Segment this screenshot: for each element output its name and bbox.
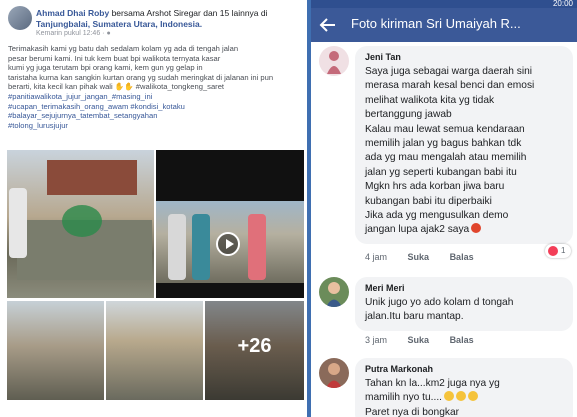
- app-bar: Foto kiriman Sri Umaiyah R...: [311, 8, 577, 42]
- laughing-emoji-icon: [456, 391, 466, 402]
- like-button[interactable]: Suka: [408, 252, 430, 262]
- comment-line-text: jangan lupa ajak2 saya: [365, 224, 470, 236]
- photo-1[interactable]: [7, 150, 154, 298]
- comment-line: ada yg mau mengalah atau memilih: [365, 152, 527, 164]
- reaction-number: 1: [561, 246, 566, 255]
- post-time[interactable]: Kemarin pukul 12:46 ·: [36, 30, 106, 37]
- back-arrow-icon[interactable]: [317, 14, 339, 36]
- comment-line-text: mamilih nyo tu....: [365, 392, 442, 404]
- roof-shape: [47, 160, 137, 195]
- commenter-avatar[interactable]: [319, 277, 349, 307]
- globe-icon: ●: [106, 30, 111, 37]
- photo-grid: +26: [7, 150, 304, 400]
- commenter-name[interactable]: Meri Meri: [365, 283, 565, 293]
- person-icon: [327, 51, 341, 74]
- comment-line: kubangan babi itu diperbaiki: [365, 195, 492, 207]
- comment-time: 3 jam: [365, 335, 388, 345]
- screenshot-root: Ahmad Dhai Roby bersama Arshot Siregar d…: [0, 0, 577, 417]
- comment-line: jalan yg seperti kubangan babi itu: [365, 166, 517, 178]
- comment-line: merasa marah kesal benci dan emosi: [365, 80, 535, 92]
- facebook-post: Ahmad Dhai Roby bersama Arshot Siregar d…: [0, 0, 307, 417]
- comment-line: bertanggung jawab: [365, 109, 452, 121]
- author-line: Ahmad Dhai Roby bersama Arshot Siregar d…: [36, 8, 304, 30]
- angry-emoji-icon: [471, 223, 482, 234]
- screen-title: Foto kiriman Sri Umaiyah R...: [351, 16, 521, 31]
- commenter-avatar[interactable]: [319, 358, 349, 388]
- hashtag-line[interactable]: #tolong_lurusjujur: [8, 121, 304, 131]
- post-header: Ahmad Dhai Roby bersama Arshot Siregar d…: [8, 6, 304, 42]
- comment-line: mamilih nyo tu....: [365, 391, 565, 405]
- comment-line: Jika ada yg mengusulkan demo: [365, 210, 509, 222]
- laughing-emoji-icon: [468, 391, 478, 402]
- hashtag-line[interactable]: #ucapan_terimakasih_orang_awam #kondisi_…: [8, 102, 304, 112]
- photo-5-more[interactable]: +26: [205, 301, 304, 400]
- person-shape: [192, 214, 210, 280]
- status-bar: 20:00: [311, 0, 577, 8]
- comment-line: Tahan kn la...km2 juga nya yg: [365, 378, 500, 389]
- reply-button[interactable]: Balas: [450, 335, 474, 345]
- post-text-line: berarti, kita kecil kan pihak wali ✋✋ #w…: [8, 82, 225, 92]
- photo-3[interactable]: [7, 301, 104, 400]
- post-text-line[interactable]: #panitiawalikota_jujur_jangan_#masing_in…: [8, 92, 304, 102]
- person-shape: [168, 214, 186, 280]
- more-photos-count: +26: [237, 335, 272, 357]
- person-icon: [326, 282, 342, 307]
- heart-icon: [548, 246, 558, 256]
- comment-line: Paret nya di bongkar: [365, 406, 460, 417]
- status-time: 20:00: [552, 0, 573, 8]
- hashtag-line[interactable]: #balayar_sejujurnya_tatembat_setangyahan: [8, 111, 304, 121]
- comment-bubble[interactable]: Jeni Tan Saya juga sebagai warga daerah …: [355, 46, 573, 244]
- comment-time: 4 jam: [365, 252, 388, 262]
- post-body: Terimakasih kami yg batu dah sedalam kol…: [8, 44, 304, 130]
- author-name[interactable]: Ahmad Dhai Roby: [36, 8, 109, 18]
- comment-actions: 3 jam Suka Balas: [365, 335, 492, 345]
- comment-text: Tahan kn la...km2 juga nya yg mamilih ny…: [365, 377, 565, 417]
- comments-screen: 20:00 Foto kiriman Sri Umaiyah R... Jeni…: [311, 0, 577, 417]
- comment-line: melihat walikota kita yg tidak: [365, 94, 495, 106]
- comment-bubble[interactable]: Putra Markonah Tahan kn la...km2 juga ny…: [355, 358, 573, 417]
- photo-4[interactable]: [106, 301, 203, 400]
- comment-line: Saya juga sebagai warga daerah sini: [365, 66, 533, 77]
- comment-actions: 4 jam Suka Balas: [365, 252, 492, 262]
- comment-line: memilih jalan yg bagus bahkan tdk: [365, 138, 522, 150]
- post-text-line: kumi yg juga terutam bpi orang kami, kem…: [8, 63, 203, 73]
- comment-line: jangan lupa ajak2 saya: [365, 223, 565, 237]
- reaction-count[interactable]: 1: [545, 244, 571, 258]
- comment-bubble[interactable]: Meri Meri Unik jugo yo ado kolam d tonga…: [355, 277, 573, 331]
- post-text-line: pesar berumi kami. Ini tuk kem buat bpi …: [8, 53, 221, 63]
- post-text-line: taristaha kurna kan sangkin kurtan orang…: [8, 72, 274, 82]
- person-shape: [9, 188, 27, 258]
- comment-line: jalan.Itu baru mantap.: [365, 311, 464, 323]
- comment-line: Kalau mau lewat semua kendaraan: [365, 123, 525, 135]
- comment-text: Saya juga sebagai warga daerah sini mera…: [365, 65, 565, 238]
- video-thumbnail[interactable]: [156, 150, 304, 298]
- commenter-avatar[interactable]: [319, 46, 349, 76]
- person-icon: [326, 363, 342, 388]
- post-meta: Kemarin pukul 12:46 · ●: [36, 30, 111, 37]
- play-icon[interactable]: [216, 232, 240, 256]
- comment-text: Unik jugo yo ado kolam d tongah jalan.It…: [365, 296, 565, 325]
- comment-line: Unik jugo yo ado kolam d tongah: [365, 297, 514, 308]
- tagged-text: bersama Arshot Siregar dan 15 lainnya di: [111, 8, 268, 18]
- reply-button[interactable]: Balas: [450, 252, 474, 262]
- post-text-line: Terimakasih kami yg batu dah sedalam kol…: [8, 44, 239, 53]
- person-shape: [248, 214, 266, 280]
- net-shape: [62, 205, 102, 237]
- like-button[interactable]: Suka: [408, 335, 430, 345]
- laughing-emoji-icon: [444, 391, 454, 402]
- author-avatar[interactable]: [8, 6, 32, 30]
- comment-line: Mgkn hrs ada korban jiwa baru: [365, 181, 505, 193]
- post-footer: [0, 400, 307, 417]
- commenter-name[interactable]: Putra Markonah: [365, 364, 565, 374]
- location-link[interactable]: Tanjungbalai, Sumatera Utara, Indonesia.: [36, 19, 202, 29]
- commenter-name[interactable]: Jeni Tan: [365, 52, 565, 62]
